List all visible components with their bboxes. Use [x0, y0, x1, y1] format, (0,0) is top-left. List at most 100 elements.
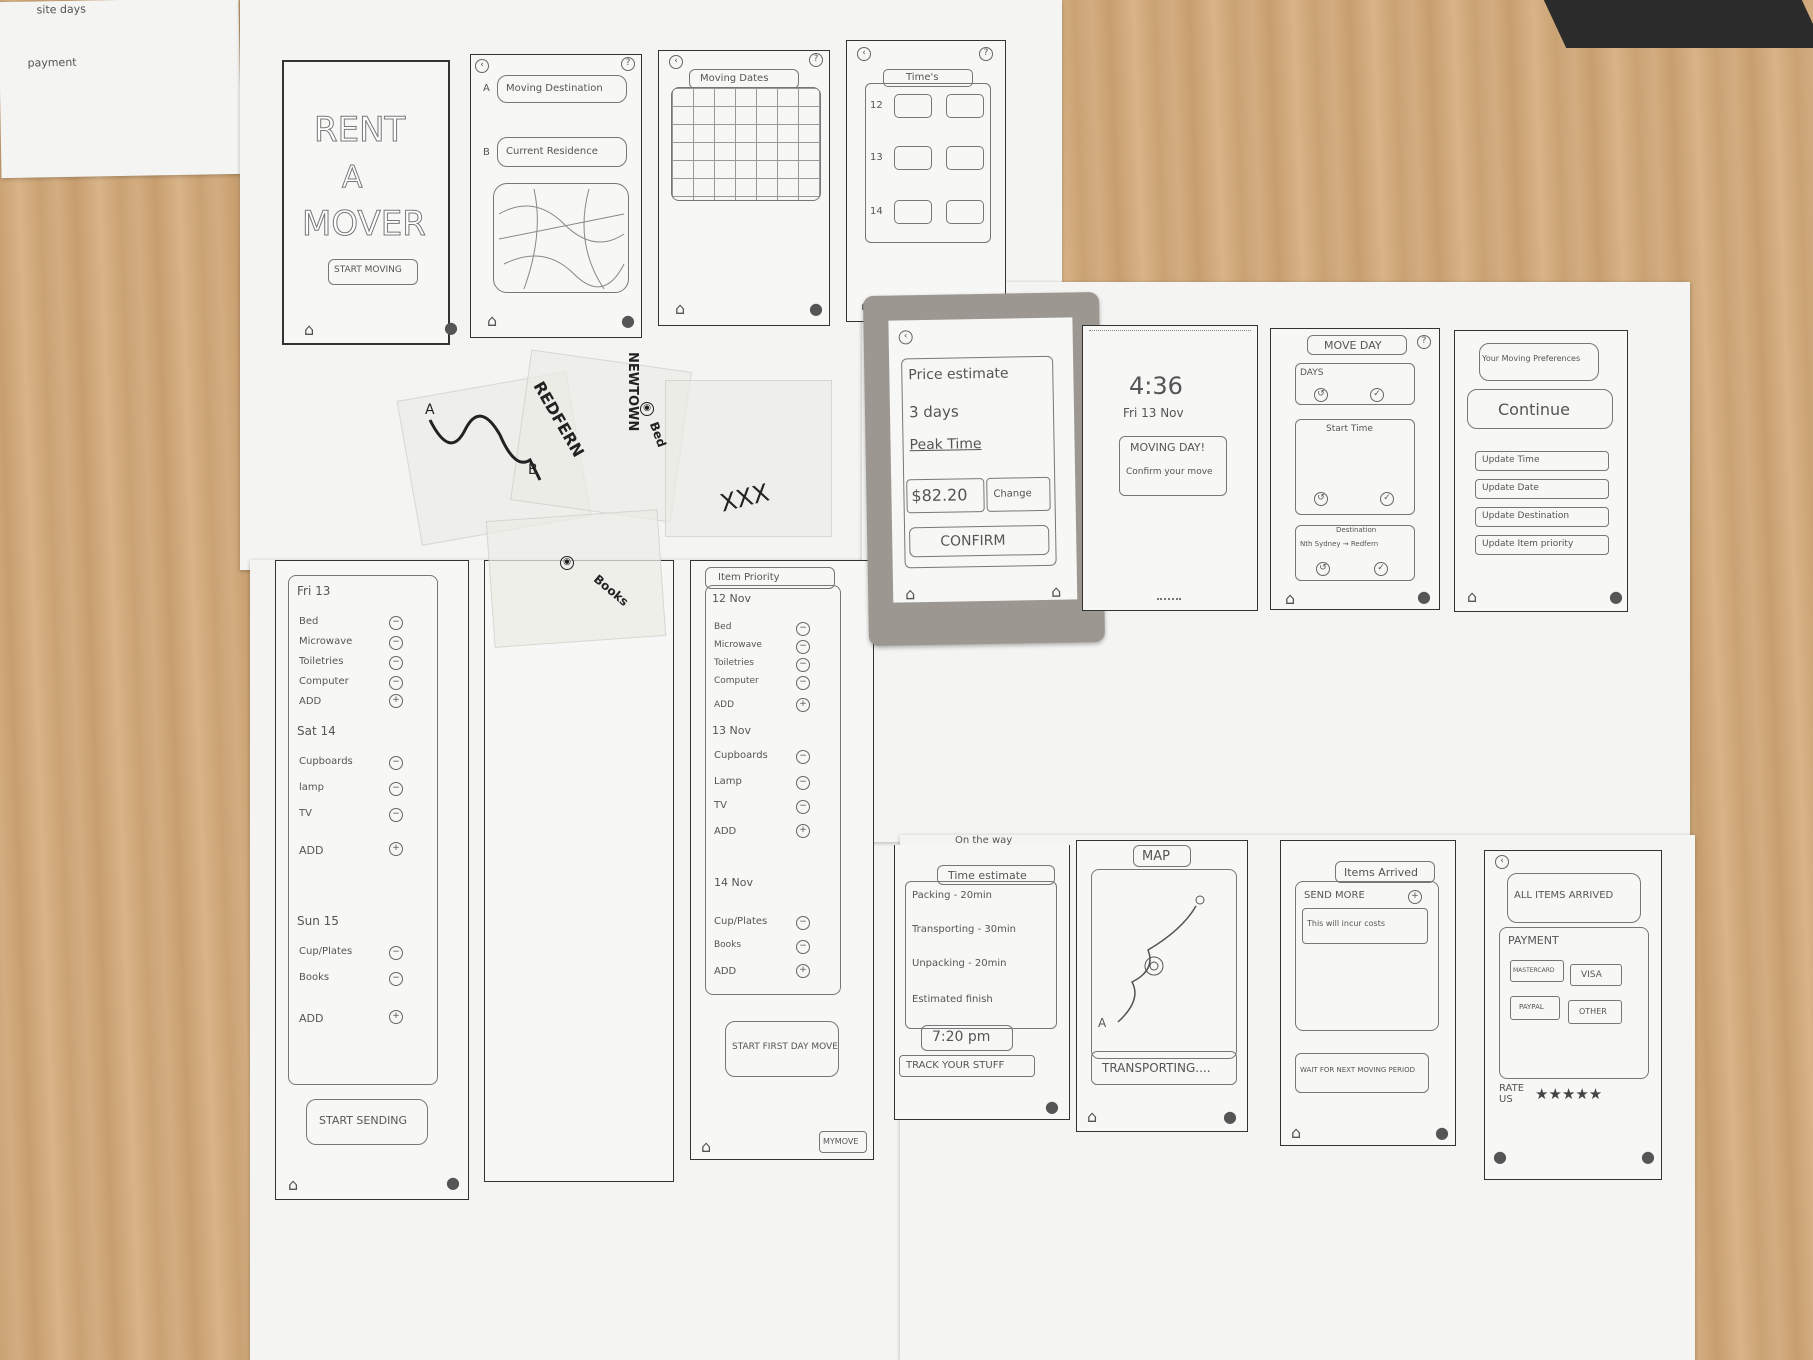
item-books[interactable]: Books	[299, 972, 329, 983]
home-icon[interactable]: ⌂	[487, 311, 497, 330]
remove-icon[interactable]: −	[796, 940, 810, 954]
home-icon[interactable]: ⌂	[1285, 589, 1295, 608]
map-view[interactable]	[493, 183, 629, 293]
help-icon[interactable]: ?	[621, 57, 635, 71]
item-toiletries[interactable]: Toiletries	[299, 656, 343, 667]
home-icon[interactable]: ⌂	[675, 299, 685, 318]
remove-icon[interactable]: −	[389, 676, 403, 690]
update-date-button[interactable]: Update Date	[1475, 479, 1609, 499]
remove-icon[interactable]: −	[796, 776, 810, 790]
confirm-icon[interactable]: ✓	[1370, 388, 1384, 402]
remove-icon[interactable]: −	[796, 640, 810, 654]
back-icon[interactable]: ‹	[1495, 855, 1509, 869]
start-sending-button[interactable]: START SENDING	[306, 1099, 428, 1145]
remove-icon[interactable]: −	[389, 782, 403, 796]
remove-icon[interactable]: −	[389, 756, 403, 770]
continue-button[interactable]: Continue	[1467, 389, 1613, 429]
item-cupboards[interactable]: Cupboards	[299, 756, 353, 767]
back-icon[interactable]: ‹	[475, 59, 489, 73]
update-item-priority-button[interactable]: Update Item priority	[1475, 535, 1609, 555]
track-your-stuff-button[interactable]: TRACK YOUR STUFF	[899, 1055, 1035, 1077]
wait-next-period-button[interactable]: WAIT FOR NEXT MOVING PERIOD	[1295, 1053, 1429, 1093]
moving-destination-field[interactable]: Moving Destination	[497, 75, 627, 103]
item-books[interactable]: Books	[714, 940, 741, 950]
profile-icon[interactable]: ●	[1045, 1097, 1059, 1116]
moving-day-notification[interactable]: MOVING DAY! Confirm your move	[1119, 436, 1227, 496]
remove-icon[interactable]: −	[796, 658, 810, 672]
item-computer[interactable]: Computer	[299, 676, 349, 687]
visa-option[interactable]: VISA	[1570, 964, 1622, 986]
item-cup-plates[interactable]: Cup/Plates	[299, 946, 352, 957]
current-residence-field[interactable]: Current Residence	[497, 137, 627, 167]
update-time-button[interactable]: Update Time	[1475, 451, 1609, 471]
back-icon[interactable]: ‹	[669, 55, 683, 69]
profile-icon[interactable]: ●	[1641, 1147, 1655, 1166]
remove-icon[interactable]: −	[796, 750, 810, 764]
confirm-icon[interactable]: ✓	[1374, 562, 1388, 576]
time-row-14[interactable]: 14	[866, 200, 990, 224]
back-icon[interactable]: ‹	[898, 330, 913, 345]
add-icon[interactable]: +	[389, 842, 403, 856]
item-lamp[interactable]: Lamp	[714, 776, 742, 787]
remove-icon[interactable]: −	[389, 972, 403, 986]
update-destination-button[interactable]: Update Destination	[1475, 507, 1609, 527]
profile-icon[interactable]: ●	[1609, 587, 1623, 606]
add-icon[interactable]: +	[796, 698, 810, 712]
home-icon[interactable]: ⌂	[304, 320, 314, 339]
remove-icon[interactable]: −	[389, 616, 403, 630]
other-option[interactable]: OTHER	[1568, 1000, 1622, 1024]
add-icon[interactable]: +	[796, 964, 810, 978]
change-button[interactable]: Change	[986, 476, 1051, 512]
home-icon[interactable]: ⌂	[1087, 1107, 1097, 1126]
remove-icon[interactable]: −	[796, 916, 810, 930]
mymove-tab[interactable]: MYMOVE	[819, 1131, 867, 1153]
cancel-icon[interactable]: ↺	[1316, 562, 1330, 576]
home-icon[interactable]: ⌂	[905, 584, 915, 603]
add-item-1[interactable]: ADD	[299, 696, 321, 707]
help-icon[interactable]: ?	[809, 53, 823, 67]
help-icon[interactable]: ?	[979, 47, 993, 61]
item-lamp[interactable]: lamp	[299, 782, 324, 793]
home-icon[interactable]: ⌂	[1291, 1123, 1301, 1142]
cancel-icon[interactable]: ↺	[1314, 492, 1328, 506]
help-icon[interactable]: ?	[1417, 335, 1431, 349]
item-cupboards[interactable]: Cupboards	[714, 750, 768, 761]
cancel-icon[interactable]: ↺	[1314, 388, 1328, 402]
add-item-1[interactable]: ADD	[714, 700, 734, 710]
profile-icon[interactable]: ●	[1223, 1107, 1237, 1126]
start-moving-button[interactable]: START MOVING	[328, 259, 418, 285]
calendar-grid[interactable]	[671, 87, 821, 201]
home-icon[interactable]: ⌂	[701, 1137, 711, 1156]
home-icon[interactable]: ⌂	[1051, 582, 1061, 601]
profile-icon[interactable]: ●	[809, 299, 823, 318]
confirm-button[interactable]: CONFIRM	[909, 524, 1050, 558]
remove-icon[interactable]: −	[389, 808, 403, 822]
profile-icon[interactable]: ●	[1417, 587, 1431, 606]
profile-icon[interactable]: ●	[1435, 1123, 1449, 1142]
start-first-day-move-button[interactable]: START FIRST DAY MOVE	[725, 1021, 839, 1077]
time-row-13[interactable]: 13	[866, 146, 990, 170]
home-icon[interactable]: ⌂	[288, 1175, 298, 1194]
paypal-option[interactable]: PAYPAL	[1510, 996, 1560, 1020]
add-icon[interactable]: +	[389, 1010, 403, 1024]
remove-icon[interactable]: −	[796, 800, 810, 814]
confirm-icon[interactable]: ✓	[1380, 492, 1394, 506]
add-item-2[interactable]: ADD	[714, 826, 736, 837]
profile-icon[interactable]: ●	[1493, 1147, 1507, 1166]
remove-icon[interactable]: −	[389, 946, 403, 960]
star-rating[interactable]: ★★★★★	[1535, 1085, 1602, 1103]
mastercard-option[interactable]: MASTERCARD	[1510, 960, 1564, 982]
item-bed[interactable]: Bed	[714, 622, 731, 632]
item-tv[interactable]: TV	[714, 800, 727, 811]
item-microwave[interactable]: Microwave	[714, 640, 762, 650]
item-tv[interactable]: TV	[299, 808, 312, 819]
time-row-12[interactable]: 12	[866, 94, 990, 118]
live-map[interactable]: A	[1091, 869, 1237, 1059]
back-icon[interactable]: ‹	[857, 47, 871, 61]
home-icon[interactable]: ⌂	[1467, 587, 1477, 606]
item-toiletries[interactable]: Toiletries	[714, 658, 754, 668]
add-item-2[interactable]: ADD	[299, 844, 323, 857]
remove-icon[interactable]: −	[389, 636, 403, 650]
add-icon[interactable]: +	[1408, 890, 1422, 904]
profile-icon[interactable]: ●	[621, 311, 635, 330]
